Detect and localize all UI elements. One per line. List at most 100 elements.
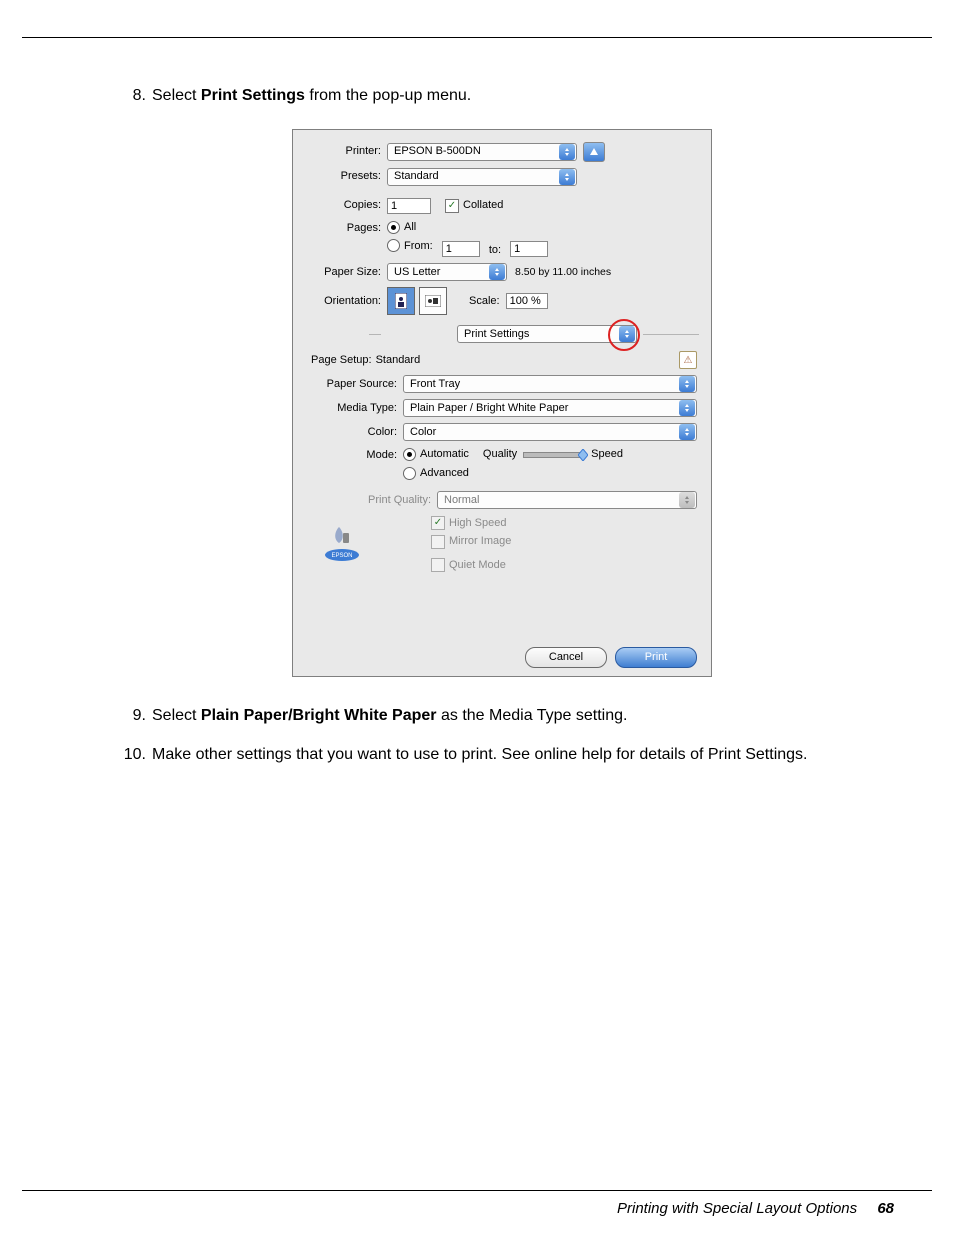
radio-icon xyxy=(387,239,400,252)
paper-size-dim: 8.50 by 11.00 inches xyxy=(515,265,611,279)
print-quality-label: Print Quality: xyxy=(311,493,437,508)
step-text: Select Print Settings from the pop-up me… xyxy=(152,87,471,104)
pages-all-radio[interactable]: All xyxy=(387,220,416,235)
print-dialog: Printer: EPSON B-500DN xyxy=(292,129,712,677)
slider-thumb-icon xyxy=(578,449,588,461)
paper-size-row: Paper Size: US Letter 8.50 by 11.00 inch… xyxy=(305,263,699,281)
page-footer: Printing with Special Layout Options 68 xyxy=(617,1200,894,1217)
step-number: 8. xyxy=(120,85,146,107)
quiet-mode-check: Quiet Mode xyxy=(431,558,506,573)
printer-status-button[interactable] xyxy=(583,142,605,162)
presets-select[interactable]: Standard xyxy=(387,168,577,186)
mode-row: Mode: Automatic Quality xyxy=(311,447,697,485)
print-button[interactable]: Print xyxy=(615,647,697,668)
pages-row: Pages: All xyxy=(305,220,699,258)
step-10: 10. Make other settings that you want to… xyxy=(120,744,885,766)
print-quality-select: Normal xyxy=(437,491,697,509)
cancel-button[interactable]: Cancel xyxy=(525,647,607,668)
mode-automatic-radio[interactable]: Automatic xyxy=(403,447,469,462)
pages-from-input[interactable] xyxy=(442,241,480,257)
collated-check[interactable]: Collated xyxy=(445,198,503,213)
orientation-row: Orientation: Scale: xyxy=(305,287,699,315)
presets-label: Presets: xyxy=(305,169,387,184)
options-row: EPSON High Speed xyxy=(311,515,697,577)
section-menu-row: Print Settings xyxy=(305,325,699,343)
mode-label: Mode: xyxy=(311,447,403,463)
radio-icon xyxy=(403,467,416,480)
step-text: Select Plain Paper/Bright White Paper as… xyxy=(152,707,627,724)
slider-track xyxy=(523,452,585,458)
radio-icon xyxy=(387,221,400,234)
step-8: 8. Select Print Settings from the pop-up… xyxy=(120,85,885,677)
paper-size-label: Paper Size: xyxy=(305,265,387,280)
pages-from-radio[interactable]: From: xyxy=(387,239,433,254)
radio-icon xyxy=(403,448,416,461)
copies-label: Copies: xyxy=(305,198,387,213)
media-type-label: Media Type: xyxy=(311,401,403,416)
color-row: Color: Color xyxy=(311,423,697,441)
paper-source-label: Paper Source: xyxy=(311,377,403,392)
paper-source-row: Paper Source: Front Tray xyxy=(311,375,697,393)
updown-icon xyxy=(619,326,635,342)
step-number: 10. xyxy=(120,744,146,766)
updown-icon xyxy=(679,424,695,440)
pages-label: Pages: xyxy=(305,220,387,236)
copies-row: Copies: Collated xyxy=(305,198,699,214)
copies-input[interactable] xyxy=(387,198,431,214)
footer-title: Printing with Special Layout Options xyxy=(617,1200,857,1217)
updown-icon xyxy=(559,144,575,160)
step-9: 9. Select Plain Paper/Bright White Paper… xyxy=(120,705,885,727)
updown-icon xyxy=(679,492,695,508)
dialog-buttons: Cancel Print xyxy=(305,647,699,668)
paper-source-select[interactable]: Front Tray xyxy=(403,375,697,393)
checkbox-icon xyxy=(445,199,459,213)
pages-to-input[interactable] xyxy=(510,241,548,257)
print-dialog-screenshot: Printer: EPSON B-500DN xyxy=(292,129,712,677)
document-page: 8. Select Print Settings from the pop-up… xyxy=(0,0,954,1235)
page-setup-value: Standard xyxy=(376,353,421,368)
media-type-row: Media Type: Plain Paper / Bright White P… xyxy=(311,399,697,417)
speed-label: Speed xyxy=(591,447,623,462)
scale-input[interactable] xyxy=(506,293,548,309)
print-settings-panel: Page Setup: Standard ⚠ Paper Source: Fro… xyxy=(311,351,697,577)
orientation-portrait-button[interactable] xyxy=(387,287,415,315)
paper-size-select[interactable]: US Letter xyxy=(387,263,507,281)
updown-icon xyxy=(559,169,575,185)
svg-text:EPSON: EPSON xyxy=(331,553,352,559)
orientation-label: Orientation: xyxy=(305,294,387,309)
instruction-list: 8. Select Print Settings from the pop-up… xyxy=(120,85,885,766)
bottom-rule xyxy=(22,1190,932,1191)
checkbox-icon xyxy=(431,516,445,530)
pages-to-label: to: xyxy=(489,243,501,255)
page-setup-row: Page Setup: Standard ⚠ xyxy=(311,351,697,369)
ink-icon: EPSON xyxy=(321,515,361,568)
divider xyxy=(369,334,381,335)
printer-select[interactable]: EPSON B-500DN xyxy=(387,143,577,161)
page-setup-label: Page Setup: xyxy=(311,353,372,368)
media-type-select[interactable]: Plain Paper / Bright White Paper xyxy=(403,399,697,417)
footer-page-number: 68 xyxy=(877,1200,894,1217)
updown-icon xyxy=(679,376,695,392)
presets-row: Presets: Standard xyxy=(305,168,699,186)
page-content: 8. Select Print Settings from the pop-up… xyxy=(120,85,885,784)
warning-icon[interactable]: ⚠ xyxy=(679,351,697,369)
high-speed-check: High Speed xyxy=(431,516,507,531)
mode-advanced-radio[interactable]: Advanced xyxy=(403,466,469,481)
updown-icon xyxy=(679,400,695,416)
printer-label: Printer: xyxy=(305,144,387,159)
quality-label: Quality xyxy=(483,447,517,462)
step-text: Make other settings that you want to use… xyxy=(152,746,807,763)
updown-icon xyxy=(489,264,505,280)
step-number: 9. xyxy=(120,705,146,727)
section-menu-select[interactable]: Print Settings xyxy=(457,325,637,343)
checkbox-icon xyxy=(431,535,445,549)
orientation-landscape-button[interactable] xyxy=(419,287,447,315)
quality-speed-slider[interactable]: Quality Speed xyxy=(483,447,623,462)
checkbox-icon xyxy=(431,558,445,572)
print-quality-row: Print Quality: Normal xyxy=(311,491,697,509)
mirror-image-check: Mirror Image xyxy=(431,534,511,549)
color-label: Color: xyxy=(311,425,403,440)
color-select[interactable]: Color xyxy=(403,423,697,441)
scale-label: Scale: xyxy=(469,294,500,309)
top-rule xyxy=(22,37,932,38)
